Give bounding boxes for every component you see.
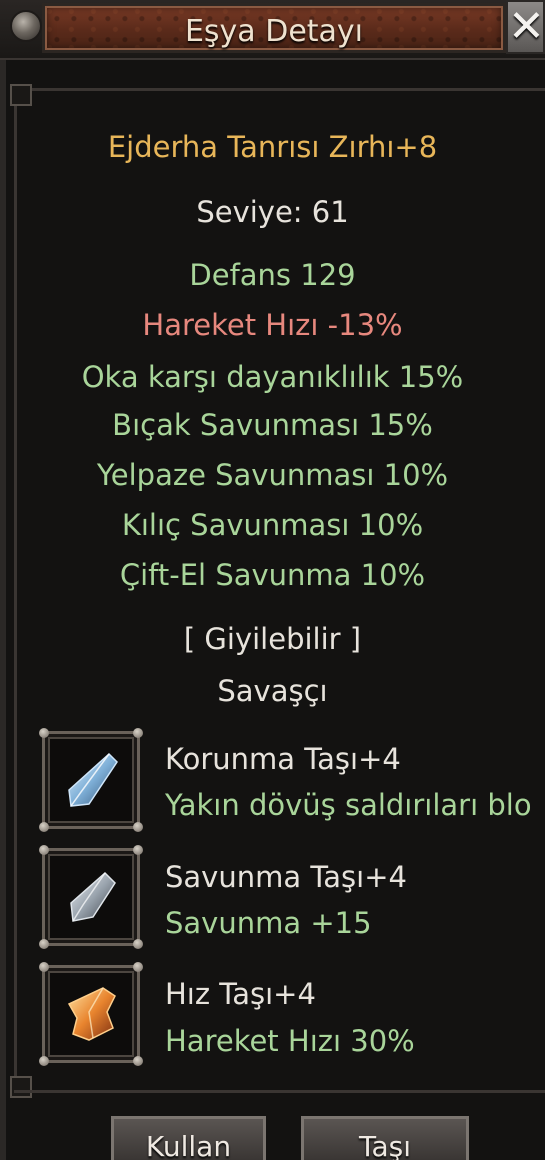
rivet-icon	[133, 962, 143, 972]
rivet-icon	[39, 822, 49, 832]
stone-name: Hız Taşı+4	[165, 977, 316, 1011]
stat-line: Hareket Hızı -13%	[142, 308, 403, 342]
use-button[interactable]: Kullan	[111, 1116, 266, 1160]
stat-line: Defans 129	[189, 258, 356, 292]
rivet-icon	[133, 822, 143, 832]
rivet-icon	[133, 845, 143, 855]
rivet-icon	[39, 845, 49, 855]
stone-name: Savunma Taşı+4	[165, 860, 407, 894]
window-knob-icon	[10, 10, 42, 42]
rivet-icon	[133, 1056, 143, 1066]
rivet-icon	[39, 1056, 49, 1066]
move-button[interactable]: Taşı	[301, 1116, 469, 1160]
rivet-icon	[39, 939, 49, 949]
item-level: Seviye: 61	[196, 195, 349, 229]
rivet-icon	[39, 962, 49, 972]
stone-slot[interactable]	[39, 845, 143, 949]
stone-description: Yakın dövüş saldırıları blo	[165, 788, 532, 822]
close-button[interactable]: ✕	[506, 0, 545, 54]
divider	[14, 1090, 545, 1093]
title-bar[interactable]: Eşya Detayı	[0, 0, 545, 60]
wearable-label: [ Giyilebilir ]	[183, 622, 362, 656]
stone-name: Korunma Taşı+4	[165, 742, 401, 776]
stone-description: Hareket Hızı 30%	[165, 1024, 415, 1058]
rivet-icon	[39, 728, 49, 738]
class-label: Savaşçı	[217, 674, 328, 708]
orange-crystal-icon	[67, 987, 116, 1041]
window-title: Eşya Detayı	[184, 14, 364, 49]
item-name: Ejderha Tanrısı Zırhı+8	[107, 130, 438, 164]
stat-line: Çift-El Savunma 10%	[119, 558, 426, 592]
stone-description: Savunma +15	[165, 906, 372, 940]
corner-ornament-icon	[10, 1076, 32, 1098]
stone-slot[interactable]	[39, 728, 143, 832]
blue-crystal-icon	[68, 752, 118, 807]
silver-crystal-icon	[70, 871, 116, 922]
stat-line: Bıçak Savunması 15%	[112, 408, 433, 442]
stat-line: Yelpaze Savunması 10%	[96, 458, 449, 492]
stone-slot[interactable]	[39, 962, 143, 1066]
stat-line: Oka karşı dayanıklılık 15%	[81, 360, 464, 394]
stat-line: Kılıç Savunması 10%	[121, 508, 424, 542]
rivet-icon	[133, 728, 143, 738]
corner-ornament-icon	[10, 84, 32, 106]
rivet-icon	[133, 939, 143, 949]
